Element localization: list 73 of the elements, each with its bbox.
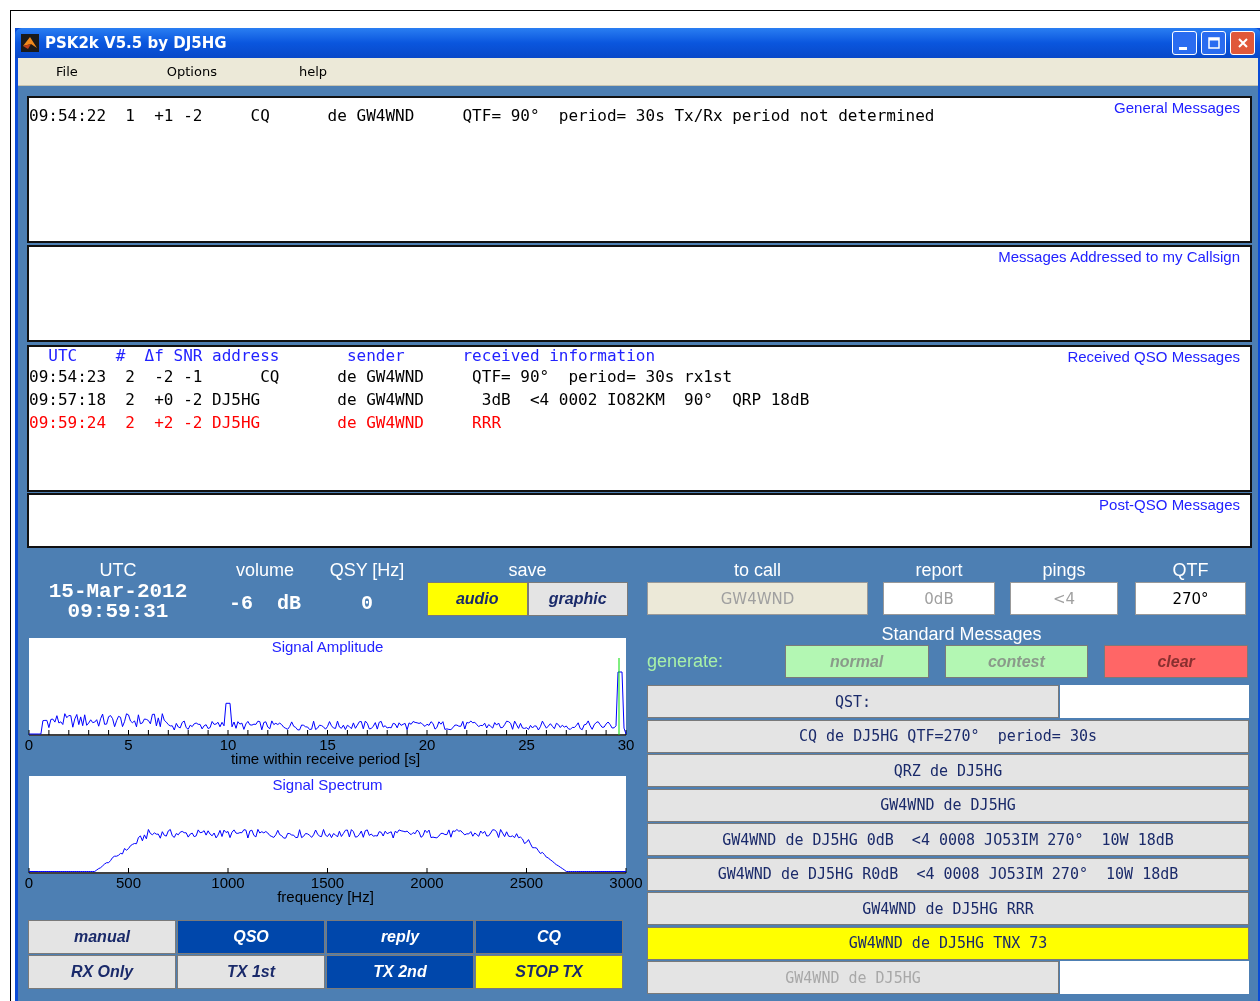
panel-title: Post-QSO Messages	[1099, 496, 1240, 513]
panel-title: Received QSO Messages	[1067, 348, 1240, 365]
utc-label: UTC	[99, 559, 137, 582]
message-button[interactable]: GW4WND de DJ5HG	[647, 788, 1249, 822]
plot-title: Signal Spectrum	[271, 776, 384, 795]
tick-label: 2000	[409, 874, 445, 892]
minimize-button[interactable]	[1172, 31, 1197, 55]
message-button[interactable]: GW4WND de DJ5HG TNX 73	[647, 926, 1249, 960]
field-label: QTF	[1172, 559, 1209, 582]
message-line: 09:54:22 1 +1 -2 CQ de GW4WND QTF= 90° period= 30s Tx/Rx period not determined	[29, 105, 935, 127]
input-field[interactable]	[1060, 961, 1249, 994]
tick-label: 0	[23, 736, 35, 754]
tick-label: 1500	[309, 874, 346, 891]
message-button[interactable]: GW4WND de DJ5HG 0dB <4 0008 JO53IM 270° 10W 18dB	[647, 823, 1249, 856]
axis-label: frequency [Hz]	[276, 889, 375, 905]
qsy-label: QSY [Hz]	[329, 559, 405, 582]
app-icon	[21, 34, 39, 52]
message-button[interactable]: CQ de DJ5HG QTF=270° period= 30s	[647, 719, 1249, 753]
message-button[interactable]: QRZ de DJ5HG	[647, 754, 1249, 787]
window-title: PSK2k V5.5 by DJ5HG	[45, 34, 227, 52]
tick-label: 25	[517, 736, 536, 754]
message-button[interactable]: GW4WND de DJ5HG R0dB <4 0008 JO53IM 270° 10W 18dB	[647, 857, 1249, 891]
message-line: 09:59:24 2 +2 -2 DJ5HG de GW4WND RRR	[29, 412, 501, 434]
mode-button[interactable]: QSO	[177, 920, 325, 954]
section-title: Standard Messages	[880, 624, 1043, 645]
message-line: 09:54:23 2 -2 -1 CQ de GW4WND QTF= 90° period= 30s rx1st	[29, 366, 733, 388]
panel-title: Messages Addressed to my Callsign	[998, 248, 1240, 265]
mode-button[interactable]: STOP TX	[475, 955, 623, 989]
volume-value: -6 dB	[229, 592, 301, 615]
volume-label: volume	[236, 559, 294, 582]
field-label: to call	[734, 559, 781, 582]
tick-label: 1000	[210, 874, 246, 892]
qsy-value: 0	[361, 592, 373, 615]
mode-button[interactable]: manual	[28, 920, 176, 954]
mode-button[interactable]: reply	[326, 920, 474, 954]
close-button[interactable]	[1230, 31, 1255, 55]
input-field[interactable]: 270°	[1135, 582, 1246, 615]
time-text: 09:59:31	[67, 602, 169, 622]
tick-label: 3000	[608, 874, 644, 892]
tick-label: 0	[23, 874, 35, 892]
menu-item[interactable]: File	[56, 64, 78, 79]
tick-label: 5	[123, 736, 134, 754]
plot-title: Signal Amplitude	[270, 638, 385, 657]
input-field[interactable]	[1060, 685, 1249, 718]
axis-label: time within receive period [s]	[229, 751, 422, 767]
minimize-icon	[1178, 46, 1187, 50]
maximize-button[interactable]	[1201, 31, 1226, 55]
menu-item[interactable]: help	[298, 64, 328, 79]
save-label: save	[508, 559, 547, 582]
mode-button[interactable]: RX Only	[28, 955, 176, 989]
mode-button[interactable]: TX 2nd	[326, 955, 474, 989]
tick-label: 500	[115, 874, 142, 892]
close-icon	[1236, 37, 1249, 49]
mode-button[interactable]: CQ	[475, 920, 623, 954]
field-label: report	[915, 559, 963, 582]
mode-button[interactable]: TX 1st	[177, 955, 325, 989]
menu-item[interactable]: Options	[166, 64, 217, 79]
column-header: UTC # Δf SNR address sender received information	[47, 347, 656, 365]
message-button[interactable]: GW4WND de DJ5HG RRR	[647, 892, 1249, 925]
panel-title: General Messages	[1114, 99, 1240, 116]
field-label: pings	[1042, 559, 1086, 582]
tick-label: 2500	[508, 874, 545, 892]
tick-label: 30	[616, 736, 636, 754]
save-button[interactable]: audio	[427, 582, 528, 616]
generate-label: generate:	[647, 651, 725, 672]
tick-label: 20	[417, 736, 437, 753]
message-line: 09:57:18 2 +0 -2 DJ5HG de GW4WND 3dB <4 0002 IO82KM 90° QRP 18dB	[29, 389, 810, 411]
message-button[interactable]: QST:	[647, 685, 1059, 718]
tick-label: 15	[318, 736, 337, 753]
tick-label: 10	[218, 736, 238, 753]
date-text: 15-Mar-2012	[48, 582, 188, 602]
save-button[interactable]: graphic	[527, 582, 628, 616]
maximize-icon	[1207, 37, 1220, 49]
